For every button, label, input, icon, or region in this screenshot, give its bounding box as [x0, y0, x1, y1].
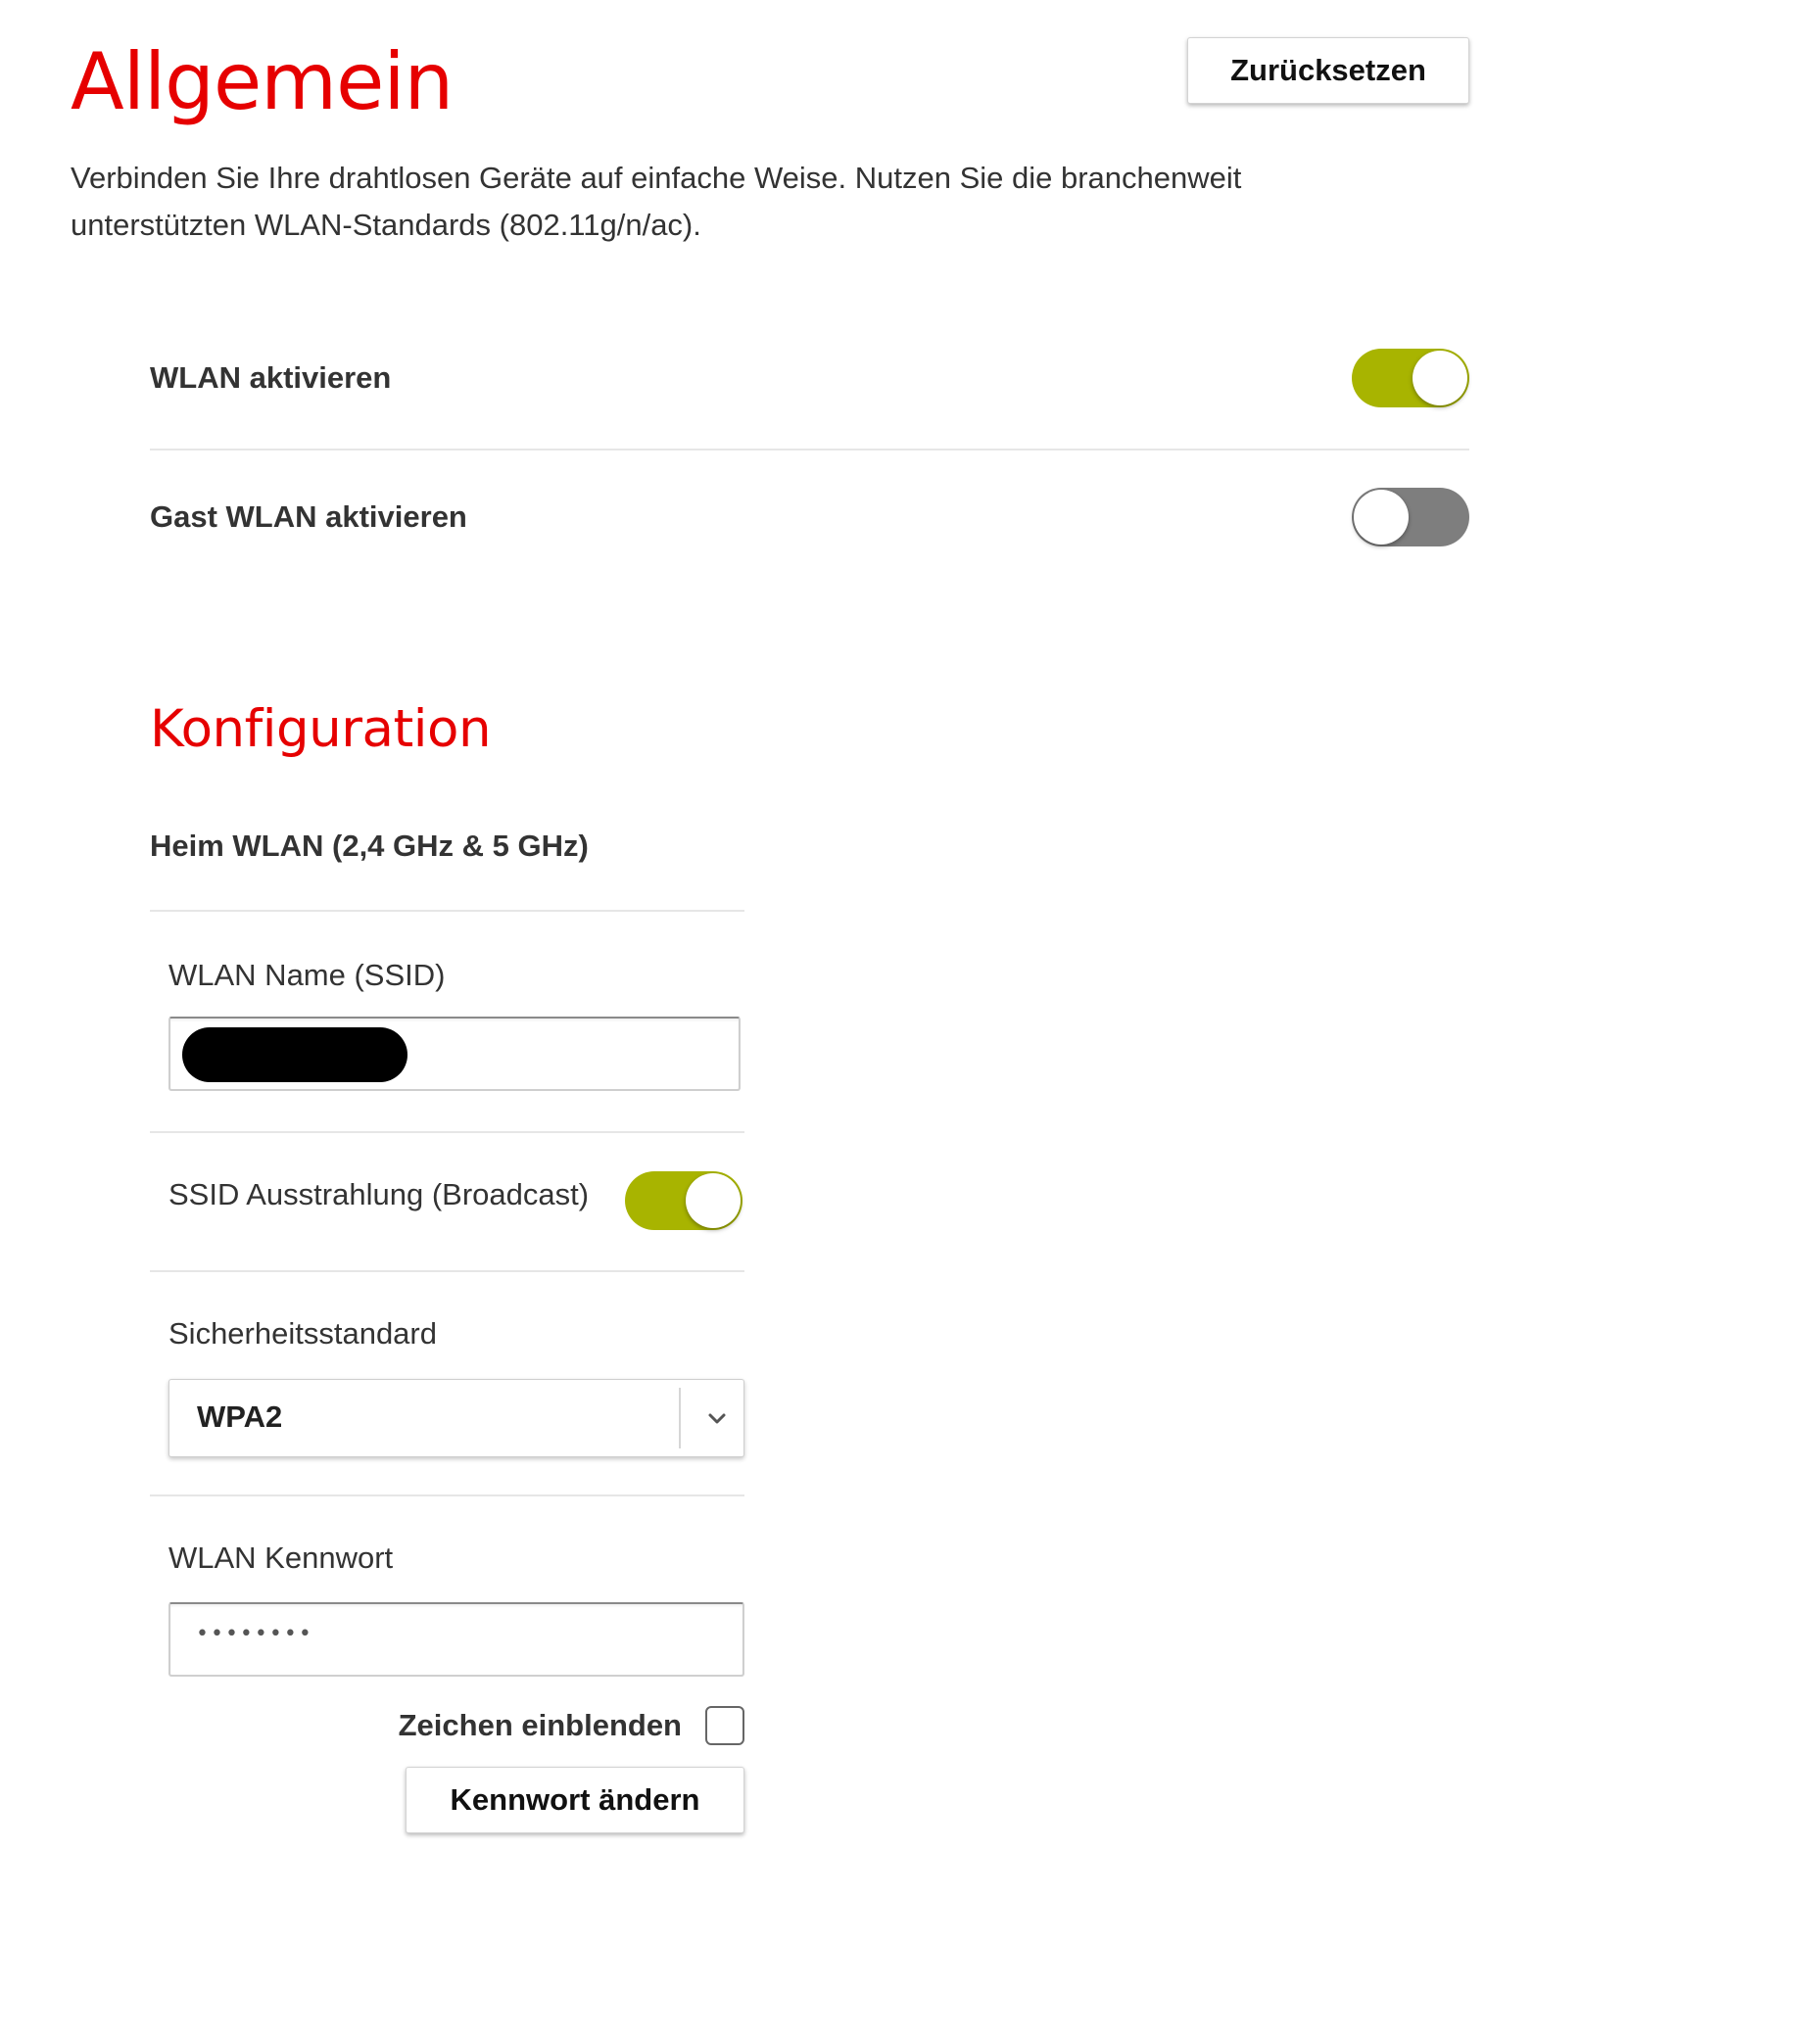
- password-input[interactable]: ••••••••: [168, 1602, 744, 1677]
- network-title: Heim WLAN (2,4 GHz & 5 GHz): [150, 829, 589, 863]
- divider: [150, 910, 744, 912]
- select-separator: [679, 1388, 681, 1448]
- ssid-label: WLAN Name (SSID): [168, 958, 446, 992]
- security-selected-value: WPA2: [197, 1399, 283, 1434]
- security-label: Sicherheitsstandard: [168, 1316, 437, 1351]
- guest-wlan-enable-label: Gast WLAN aktivieren: [150, 499, 467, 534]
- divider: [150, 1270, 744, 1272]
- security-select[interactable]: WPA2: [168, 1379, 744, 1457]
- change-password-button[interactable]: Kennwort ändern: [406, 1767, 744, 1833]
- password-label: WLAN Kennwort: [168, 1541, 394, 1575]
- password-masked-value: ••••••••: [196, 1622, 313, 1646]
- intro-line-1: Verbinden Sie Ihre drahtlosen Geräte auf…: [71, 161, 1242, 195]
- show-characters-label: Zeichen einblenden: [398, 1708, 682, 1742]
- intro-line-2: unterstützten WLAN-Standards (802.11g/n/…: [71, 208, 701, 242]
- intro-text: Verbinden Sie Ihre drahtlosen Geräte auf…: [71, 155, 1383, 249]
- guest-wlan-enable-toggle[interactable]: [1352, 488, 1469, 546]
- show-characters-checkbox[interactable]: [705, 1706, 744, 1745]
- redacted-ssid: [182, 1027, 407, 1082]
- wlan-enable-label: WLAN aktivieren: [150, 360, 392, 395]
- reset-button[interactable]: Zurücksetzen: [1187, 37, 1469, 104]
- divider: [150, 1131, 744, 1133]
- toggle-knob: [686, 1173, 741, 1228]
- ssid-broadcast-label: SSID Ausstrahlung (Broadcast): [168, 1177, 590, 1211]
- divider: [150, 1494, 744, 1496]
- ssid-input[interactable]: [168, 1017, 741, 1091]
- ssid-broadcast-toggle[interactable]: [625, 1171, 742, 1230]
- config-section-title: Konfiguration: [150, 699, 492, 759]
- chevron-down-icon: [708, 1413, 726, 1424]
- divider: [150, 449, 1469, 450]
- toggle-knob: [1354, 490, 1409, 545]
- wlan-enable-toggle[interactable]: [1352, 349, 1469, 407]
- page-title: Allgemein: [71, 36, 454, 127]
- toggle-knob: [1413, 351, 1467, 405]
